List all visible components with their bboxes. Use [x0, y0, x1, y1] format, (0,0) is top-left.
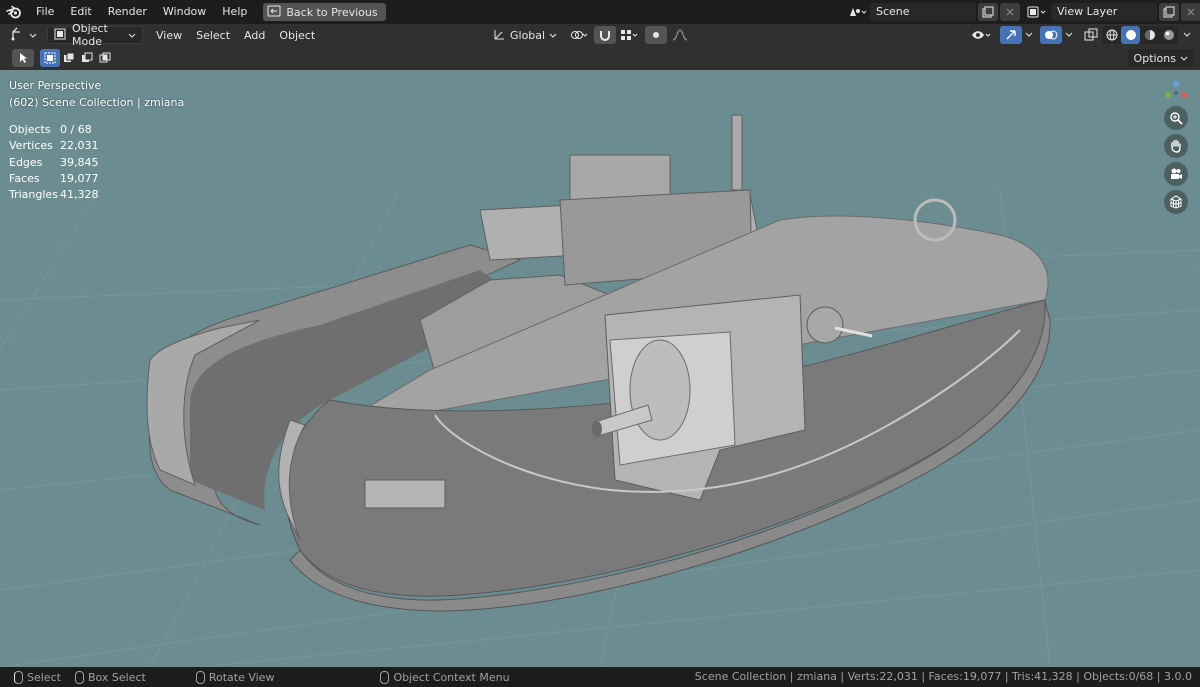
menu-file[interactable]: File — [28, 0, 62, 24]
chevron-down-icon — [549, 29, 557, 42]
status-bar: Select Box Select Rotate View Object Con… — [0, 667, 1200, 687]
solid-shading-icon[interactable] — [1121, 26, 1140, 44]
menu-object[interactable]: Object — [272, 29, 322, 42]
status-box-select-hint: Box Select — [74, 670, 146, 684]
orientation-axis-icon — [492, 27, 506, 44]
screen-back-icon — [267, 5, 281, 20]
view-perspective-label: User Perspective — [9, 79, 102, 92]
orientation-label: Global — [510, 28, 546, 42]
axis-gizmo-icon[interactable] — [1163, 80, 1189, 102]
mouse-middle-icon — [195, 670, 205, 684]
chevron-down-icon — [128, 29, 136, 42]
delete-view-layer-icon[interactable] — [1181, 3, 1200, 21]
pivot-point-icon[interactable] — [566, 26, 592, 44]
scene-name-field[interactable]: Scene — [870, 3, 976, 21]
proportional-editing-icon[interactable] — [645, 26, 667, 44]
snap-toggle-icon[interactable] — [594, 26, 616, 44]
view-layer-name-field[interactable]: View Layer — [1051, 3, 1157, 21]
viewport-header: Object Mode View Select Add Object Globa… — [0, 22, 1200, 48]
rendered-shading-icon[interactable] — [1159, 26, 1178, 44]
menu-view[interactable]: View — [149, 29, 189, 42]
mouse-right-icon — [380, 670, 390, 684]
editor-type-selector[interactable] — [6, 26, 41, 44]
orthographic-toggle-grid-icon[interactable] — [1164, 190, 1188, 214]
options-dropdown[interactable]: Options — [1127, 49, 1194, 67]
object-mode-icon — [54, 28, 66, 43]
chevron-down-icon — [29, 29, 37, 42]
select-new-icon[interactable] — [40, 49, 60, 67]
scene-icon[interactable] — [844, 3, 870, 21]
falloff-curve-icon[interactable] — [668, 26, 694, 44]
mouse-left-icon — [14, 670, 23, 684]
camera-view-icon[interactable] — [1164, 162, 1188, 186]
object-mode-label: Object Mode — [72, 22, 108, 48]
new-view-layer-icon[interactable] — [1159, 3, 1179, 21]
menu-window[interactable]: Window — [155, 0, 214, 24]
wireframe-shading-icon[interactable] — [1102, 26, 1121, 44]
stat-row: Vertices 22,031 — [9, 139, 99, 153]
transform-orientation-dropdown[interactable]: Global — [488, 26, 561, 44]
chevron-down-icon — [1180, 52, 1188, 65]
menu-help[interactable]: Help — [214, 0, 255, 24]
tool-header: Options — [0, 46, 1200, 70]
menu-render[interactable]: Render — [100, 0, 155, 24]
stat-row: Faces 19,077 — [9, 171, 99, 185]
overlays-toggle-icon[interactable] — [1040, 26, 1062, 44]
xray-toggle-icon[interactable] — [1080, 26, 1102, 44]
shading-dropdown-icon[interactable] — [1180, 26, 1194, 44]
overlays-dropdown-icon[interactable] — [1062, 26, 1076, 44]
mouse-drag-icon — [74, 670, 84, 684]
collection-info-label: (602) Scene Collection | zmiana — [9, 96, 185, 109]
delete-scene-icon[interactable] — [1000, 3, 1020, 21]
select-extend-icon[interactable] — [60, 49, 78, 67]
floor-grid — [0, 114, 1200, 667]
material-preview-shading-icon[interactable] — [1140, 26, 1159, 44]
pan-view-hand-icon[interactable] — [1164, 134, 1188, 158]
gizmo-dropdown-icon[interactable] — [1022, 26, 1036, 44]
view-layer-icon[interactable] — [1023, 3, 1051, 21]
options-label: Options — [1133, 51, 1176, 65]
stat-row: Triangles 41,328 — [9, 188, 99, 202]
select-subtract-icon[interactable] — [78, 49, 96, 67]
3d-viewport-icon — [10, 27, 26, 44]
gizmo-toggle-icon[interactable] — [1000, 26, 1022, 44]
menu-add[interactable]: Add — [237, 29, 272, 42]
back-to-previous-button[interactable]: Back to Previous — [263, 3, 386, 21]
shading-mode-group — [1102, 26, 1178, 44]
snap-increment-icon[interactable] — [616, 26, 642, 44]
navigation-gizmo — [1162, 80, 1190, 214]
blender-logo-icon[interactable] — [0, 0, 28, 24]
status-scene-info: Scene Collection | zmiana | Verts:22,031… — [694, 670, 1192, 683]
zoom-view-icon[interactable] — [1164, 106, 1188, 130]
menu-edit[interactable]: Edit — [62, 0, 99, 24]
new-scene-icon[interactable] — [978, 3, 998, 21]
select-intersect-icon[interactable] — [96, 49, 114, 67]
stat-row: Edges 39,845 — [9, 155, 99, 169]
back-to-previous-label: Back to Previous — [286, 5, 378, 19]
menu-select[interactable]: Select — [189, 29, 237, 42]
scene-selector: Scene — [842, 3, 1020, 21]
status-rotate-view-hint: Rotate View — [195, 670, 274, 684]
scene-statistics: Objects 0 / 68 Vertices 22,031 Edges 39,845… — [9, 122, 99, 203]
visibility-eye-icon[interactable] — [968, 26, 994, 44]
status-context-menu-hint: Object Context Menu — [380, 670, 510, 684]
tank-model[interactable] — [146, 114, 1051, 612]
top-menu-bar: File Edit Render Window Help Back to Pre… — [0, 0, 1200, 24]
view-layer-selector: View Layer — [1021, 3, 1200, 21]
status-select-hint: Select — [14, 670, 61, 684]
select-tool-icon[interactable] — [12, 49, 34, 67]
3d-viewport[interactable]: User Perspective (602) Scene Collection … — [0, 70, 1200, 667]
stat-row: Objects 0 / 68 — [9, 123, 92, 136]
object-mode-dropdown[interactable]: Object Mode — [47, 22, 143, 48]
